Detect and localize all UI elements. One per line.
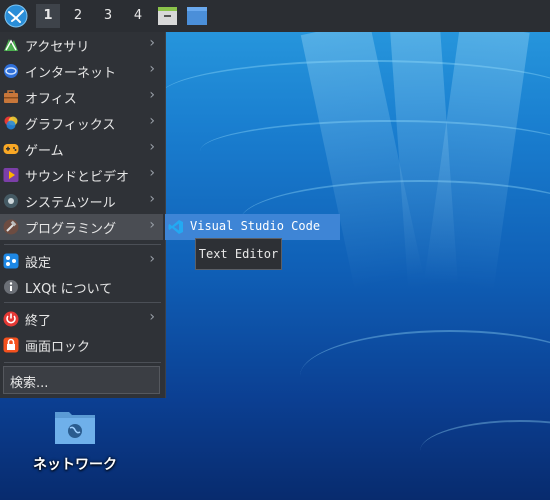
menu-item-label: オフィス: [25, 92, 77, 107]
menu-item-label: アクセサリ: [25, 40, 90, 55]
submenu-programming[interactable]: Visual Studio Code: [165, 214, 340, 240]
vscode-icon: [168, 220, 183, 234]
menu-separator: [4, 302, 161, 303]
menu-item-office[interactable]: オフィス ›: [0, 84, 163, 110]
submenu-item-label: Visual Studio Code: [190, 219, 321, 233]
office-icon: [4, 90, 18, 103]
search-input[interactable]: 検索...: [3, 366, 160, 394]
menu-item-about[interactable]: LXQt について: [0, 274, 163, 300]
start-menu: アクセサリ › インターネット › オフィス › グラフィックス › ゲーム ›…: [0, 32, 166, 398]
menu-item-multimedia[interactable]: サウンドとビデオ ›: [0, 162, 163, 188]
desktop-icon-network[interactable]: ネットワーク: [20, 404, 130, 476]
workspace-3[interactable]: 3: [96, 4, 120, 28]
menu-item-label: 設定: [25, 256, 52, 271]
chevron-right-icon: ›: [149, 251, 155, 267]
chevron-right-icon: ›: [149, 217, 155, 233]
chevron-right-icon: ›: [149, 35, 155, 51]
internet-icon: [4, 64, 18, 78]
menu-item-label: インターネット: [25, 66, 117, 81]
lock-icon: [3, 337, 19, 353]
chevron-right-icon: ›: [149, 61, 155, 77]
menu-item-graphics[interactable]: グラフィックス ›: [0, 110, 163, 136]
menu-item-label: サウンドとビデオ: [25, 170, 130, 185]
chevron-right-icon: ›: [149, 113, 155, 129]
menu-item-system-tools[interactable]: システムツール ›: [0, 188, 163, 214]
taskbar: 1 2 3 4: [0, 0, 550, 32]
chevron-right-icon: ›: [149, 165, 155, 181]
accessories-icon: [4, 39, 18, 51]
workspace-4[interactable]: 4: [126, 4, 150, 28]
menu-item-games[interactable]: ゲーム ›: [0, 136, 163, 162]
chevron-right-icon: ›: [149, 139, 155, 155]
games-icon: [3, 144, 19, 154]
programming-icon: [3, 219, 19, 235]
menu-item-lock-screen[interactable]: 画面ロック: [0, 332, 163, 358]
menu-item-label: プログラミング: [25, 222, 117, 237]
workspace-2[interactable]: 2: [66, 4, 90, 28]
menu-item-label: LXQt について: [25, 282, 113, 297]
network-folder-icon: [55, 412, 95, 444]
menu-item-programming[interactable]: プログラミング ›: [0, 214, 163, 240]
chevron-right-icon: ›: [149, 191, 155, 207]
info-icon: [4, 280, 18, 294]
multimedia-icon: [3, 168, 19, 182]
tooltip: Text Editor: [195, 238, 282, 270]
menu-separator: [4, 362, 161, 363]
workspace-1[interactable]: 1: [36, 4, 60, 28]
menu-item-label: ゲーム: [25, 144, 64, 159]
power-icon: [3, 311, 19, 327]
menu-item-leave[interactable]: 終了 ›: [0, 306, 163, 332]
menu-item-accessories[interactable]: アクセサリ ›: [0, 32, 163, 58]
chevron-right-icon: ›: [149, 309, 155, 325]
graphics-icon: [4, 116, 18, 130]
menu-item-label: システムツール: [25, 196, 116, 211]
menu-item-internet[interactable]: インターネット ›: [0, 58, 163, 84]
lxqt-start-icon: [4, 4, 28, 28]
menu-item-label: 画面ロック: [25, 340, 91, 355]
menu-separator: [4, 244, 161, 245]
chevron-right-icon: ›: [149, 87, 155, 103]
settings-icon: [3, 253, 19, 269]
archive-icon[interactable]: [157, 6, 178, 30]
menu-item-label: 終了: [25, 314, 52, 329]
start-menu-button[interactable]: [3, 3, 29, 29]
menu-item-settings[interactable]: 設定 ›: [0, 248, 163, 274]
menu-item-label: グラフィックス: [25, 118, 116, 133]
desktop-icon-label: ネットワーク: [33, 457, 117, 473]
window-icon[interactable]: [186, 6, 208, 30]
system-tools-icon: [4, 194, 18, 208]
